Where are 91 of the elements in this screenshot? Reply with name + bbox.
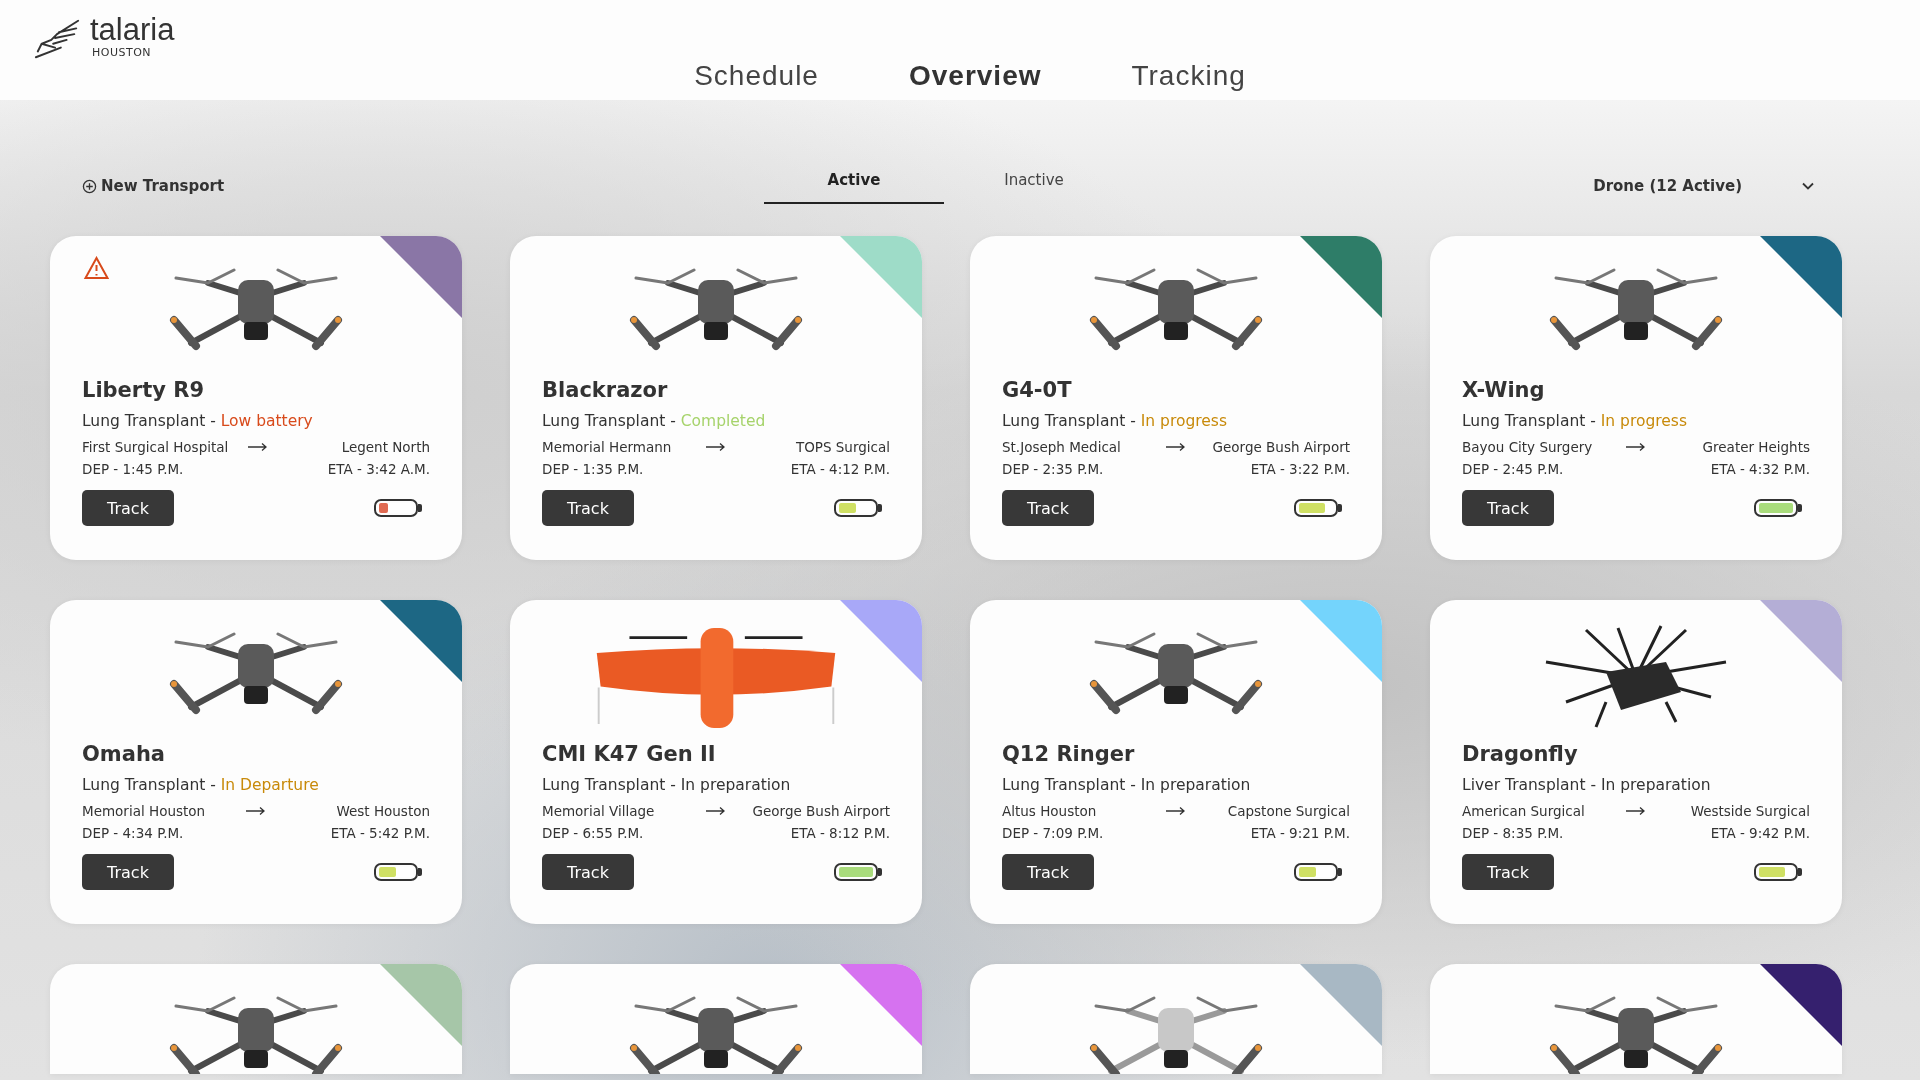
drone-name: Dragonfly — [1462, 742, 1579, 766]
origin: American Surgical — [1462, 803, 1586, 819]
mission-type: Lung Transplant - — [542, 776, 677, 794]
tab[interactable]: Inactive — [944, 168, 1124, 204]
destination: Legent North — [340, 439, 430, 455]
arrival-time: ETA - 9:42 P.M. — [1710, 825, 1810, 841]
mission-type: Lung Transplant - — [542, 412, 677, 430]
arrow-right-icon — [706, 442, 726, 452]
drone-name: G4-0T — [1002, 378, 1073, 402]
battery-icon — [1754, 499, 1802, 517]
battery-icon — [374, 863, 422, 881]
chevron-down-icon — [1802, 182, 1814, 190]
plus-circle-icon — [82, 178, 97, 194]
arrow-right-icon — [1626, 442, 1646, 452]
drone-name: X-Wing — [1462, 378, 1546, 402]
battery-icon — [834, 499, 882, 517]
logo-city: HOUSTON — [91, 46, 153, 59]
destination: Capstone Surgical — [1226, 803, 1350, 819]
arrival-time: ETA - 3:22 P.M. — [1250, 461, 1350, 477]
origin: St.Joseph Medical — [1002, 439, 1122, 455]
track-button[interactable]: Track — [542, 854, 634, 890]
tab[interactable]: Active — [764, 168, 944, 204]
origin: Memorial Hermann — [542, 439, 673, 455]
track-button[interactable]: Track — [1002, 854, 1094, 890]
mission-status: In progress — [1600, 412, 1687, 430]
mission-type: Lung Transplant - — [82, 412, 217, 430]
arrival-time: ETA - 5:42 P.M. — [330, 825, 430, 841]
origin: Memorial Village — [542, 803, 656, 819]
destination: Westside Surgical — [1689, 803, 1810, 819]
track-button[interactable]: Track — [1002, 490, 1094, 526]
arrow-right-icon — [706, 806, 726, 816]
track-button[interactable]: Track — [1462, 490, 1554, 526]
arrow-right-icon — [1166, 806, 1186, 816]
nav-link[interactable]: Schedule — [694, 60, 819, 92]
nav-link[interactable]: Tracking — [1131, 60, 1246, 92]
arrival-time: ETA - 9:21 P.M. — [1250, 825, 1350, 841]
mission-type: Lung Transplant - — [82, 776, 217, 794]
track-button[interactable]: Track — [542, 490, 634, 526]
drone-name: Liberty R9 — [82, 378, 206, 402]
origin: Memorial Houston — [82, 803, 207, 819]
destination: TOPS Surgical — [794, 439, 890, 455]
departure-time: DEP - 1:45 P.M. — [82, 461, 184, 477]
departure-time: DEP - 2:35 P.M. — [1002, 461, 1104, 477]
track-button[interactable]: Track — [82, 854, 174, 890]
arrow-right-icon — [246, 806, 266, 816]
departure-time: DEP - 8:35 P.M. — [1462, 825, 1564, 841]
battery-icon — [1754, 863, 1802, 881]
destination: George Bush Airport — [751, 803, 890, 819]
mission-status: Low battery — [220, 412, 313, 430]
new-transport-button[interactable]: New Transport — [82, 177, 225, 195]
mission-type: Lung Transplant - — [1002, 776, 1137, 794]
destination: West Houston — [335, 803, 430, 819]
battery-icon — [374, 499, 422, 517]
mission-status: In Departure — [220, 776, 319, 794]
mission-type: Lung Transplant - — [1002, 412, 1137, 430]
arrow-right-icon — [1166, 442, 1186, 452]
arrival-time: ETA - 3:42 A.M. — [327, 461, 430, 477]
departure-time: DEP - 1:35 P.M. — [542, 461, 644, 477]
departure-time: DEP - 7:09 P.M. — [1002, 825, 1104, 841]
drone-name: CMI K47 Gen II — [542, 742, 717, 766]
arrival-time: ETA - 4:12 P.M. — [790, 461, 890, 477]
mission-status: In progress — [1140, 412, 1227, 430]
arrow-right-icon — [1626, 806, 1646, 816]
mission-status: In preparation — [1140, 776, 1251, 794]
departure-time: DEP - 4:34 P.M. — [82, 825, 184, 841]
drone-name: Omaha — [82, 742, 167, 766]
mission-status: In preparation — [1600, 776, 1711, 794]
destination: George Bush Airport — [1211, 439, 1350, 455]
track-button[interactable]: Track — [82, 490, 174, 526]
mission-type: Lung Transplant - — [1462, 412, 1597, 430]
drone-filter-dropdown[interactable]: Drone (12 Active) — [1587, 176, 1820, 196]
mission-status: Completed — [680, 412, 766, 430]
battery-icon — [1294, 863, 1342, 881]
mission-status: In preparation — [680, 776, 791, 794]
arrow-right-icon — [248, 442, 269, 452]
battery-icon — [1294, 499, 1342, 517]
arrival-time: ETA - 4:32 P.M. — [1710, 461, 1810, 477]
departure-time: DEP - 2:45 P.M. — [1462, 461, 1564, 477]
mission-type: Liver Transplant - — [1462, 776, 1597, 794]
arrival-time: ETA - 8:12 P.M. — [790, 825, 890, 841]
nav-link[interactable]: Overview — [908, 60, 1042, 92]
departure-time: DEP - 6:55 P.M. — [542, 825, 644, 841]
drone-name: Q12 Ringer — [1002, 742, 1136, 766]
origin: Bayou City Surgery — [1462, 439, 1594, 455]
destination: Greater Heights — [1701, 439, 1810, 455]
logo-name: talaria — [90, 14, 175, 46]
origin: Altus Houston — [1002, 803, 1098, 819]
battery-icon — [834, 863, 882, 881]
origin: First Surgical Hospital — [82, 439, 229, 455]
drone-name: Blackrazor — [542, 378, 669, 402]
track-button[interactable]: Track — [1462, 854, 1554, 890]
